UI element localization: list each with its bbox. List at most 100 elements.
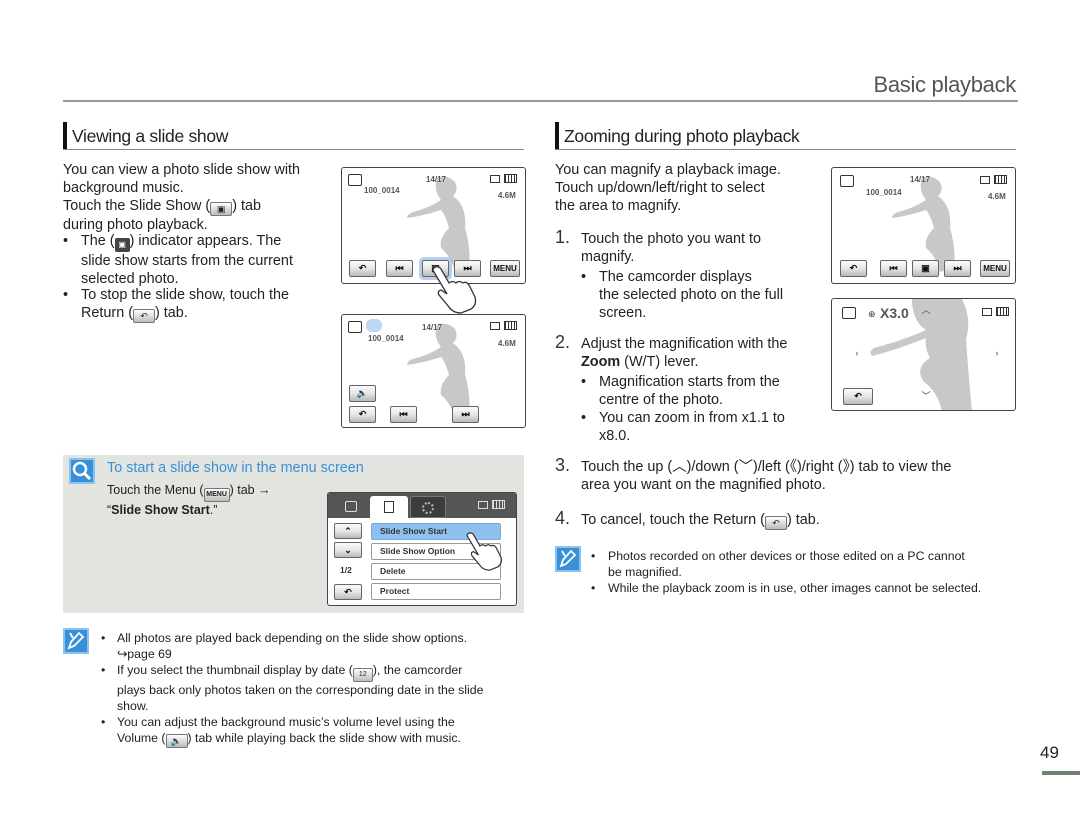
slide-show-indicator-icon xyxy=(366,319,382,332)
return-button[interactable]: ↶ xyxy=(843,388,873,405)
photo-counter: 14/17 xyxy=(910,175,931,184)
resolution: 4.6M xyxy=(988,192,1006,201)
camcorder-screen-zoomed: ⊕ X3.0 ︿ ﹀ ‹ › ↶ xyxy=(831,298,1016,411)
battery-icon xyxy=(492,500,505,509)
tab-playback[interactable] xyxy=(334,496,368,518)
down-arrow-icon: ﹀ xyxy=(738,459,753,475)
photo-counter: 14/17 xyxy=(422,323,443,332)
note-item: • Photos recorded on other devices or tho… xyxy=(591,549,965,579)
section-heading-zoom: Zooming during photo playback xyxy=(555,122,1016,150)
volume-icon: 🔈 xyxy=(165,734,188,748)
storage-icon xyxy=(982,308,992,316)
prev-button[interactable]: ⏮ xyxy=(390,406,417,423)
storage-icon xyxy=(490,322,500,330)
next-button[interactable]: ⏭ xyxy=(452,406,479,423)
right-notes: • Photos recorded on other devices or tho… xyxy=(591,548,1016,596)
right-arrow-icon: 》 xyxy=(842,459,850,475)
battery-icon xyxy=(504,174,517,183)
page-reference-link[interactable]: ↪page 69 xyxy=(117,647,172,661)
camcorder-screen-slideshow: 100_0014 14/17 4.6M 🔈 ↶ ⏮ ⏭ xyxy=(341,314,526,428)
menu-tabs xyxy=(328,493,516,518)
step-1: 1. Touch the photo you want to magnify. •… xyxy=(555,227,784,321)
return-button[interactable]: ↶ xyxy=(334,584,362,600)
next-button[interactable]: ⏭ xyxy=(944,260,971,277)
photo-mode-icon xyxy=(348,174,362,186)
page-number: 49 xyxy=(1040,743,1059,762)
tip-text: Touch the Menu (MENU) tab → “Slide Show … xyxy=(107,483,271,517)
battery-icon xyxy=(504,321,517,330)
storage-icon xyxy=(980,176,990,184)
menu-list-icon xyxy=(384,501,394,513)
pan-up-button[interactable]: ︿ xyxy=(918,303,934,317)
note-icon xyxy=(63,628,89,654)
photo-mode-icon xyxy=(842,307,856,319)
left-intro: You can view a photo slide show with bac… xyxy=(63,161,333,234)
menu-icon: MENU xyxy=(203,488,230,502)
scroll-up-button[interactable]: ⌃ xyxy=(334,523,362,539)
tab-settings[interactable] xyxy=(410,496,446,518)
bullet-stop: • To stop the slide show, touch the Retur… xyxy=(63,287,289,323)
menu-screen: ⌃ ⌄ 1/2 ↶ Slide Show Start Slide Show Op… xyxy=(327,492,517,606)
magnifier-icon: ⊕ xyxy=(868,309,876,319)
touch-hand-icon xyxy=(466,532,502,571)
battery-icon xyxy=(996,307,1009,316)
intro-line: background music. xyxy=(63,180,184,196)
step-4: 4. To cancel, touch the Return (↶) tab. xyxy=(555,508,820,530)
file-number: 100_0014 xyxy=(866,188,902,197)
battery-icon xyxy=(994,175,1007,184)
playback-tab-icon xyxy=(345,501,357,512)
menu-item-protect[interactable]: Protect xyxy=(371,583,501,600)
return-button[interactable]: ↶ xyxy=(349,260,376,277)
step-3: 3. Touch the up (︿)/down (﹀)/left (《)/ri… xyxy=(555,455,952,493)
return-icon: ↶ xyxy=(764,516,787,530)
pan-left-button[interactable]: ‹ xyxy=(850,346,864,360)
heading-bar xyxy=(555,122,559,149)
storage-icon xyxy=(478,501,488,509)
pan-down-button[interactable]: ﹀ xyxy=(918,389,934,403)
left-notes: • All photos are played back depending on… xyxy=(101,630,521,748)
menu-button[interactable]: MENU xyxy=(980,260,1010,277)
slide-show-button[interactable]: ▣ xyxy=(912,260,939,277)
prev-button[interactable]: ⏮ xyxy=(386,260,413,277)
note-item: • If you select the thumbnail display by … xyxy=(101,663,484,713)
return-icon: ↶ xyxy=(132,309,155,323)
prev-button[interactable]: ⏮ xyxy=(880,260,907,277)
step-2: 2. Adjust the magnification with the Zoom… xyxy=(555,332,788,444)
date-thumbnail-icon: 12 xyxy=(352,668,373,682)
page-indicator: 1/2 xyxy=(340,565,352,575)
chapter-title: Basic playback xyxy=(873,72,1016,97)
tab-menu[interactable] xyxy=(370,496,408,518)
photo-mode-icon xyxy=(840,175,854,187)
tip-title: To start a slide show in the menu screen xyxy=(107,460,364,476)
pan-right-button[interactable]: › xyxy=(990,346,1004,360)
note-item: • All photos are played back depending on… xyxy=(101,631,468,661)
magnifier-tip-icon xyxy=(69,458,95,484)
tip-box: To start a slide show in the menu screen… xyxy=(63,455,524,613)
intro-line: Touch the Slide Show (▣) tab xyxy=(63,198,261,216)
page-number-bar xyxy=(1042,771,1080,775)
storage-icon xyxy=(490,175,500,183)
return-button[interactable]: ↶ xyxy=(840,260,867,277)
page-header: Basic playback xyxy=(63,70,1018,102)
heading-text: Viewing a slide show xyxy=(72,126,229,146)
section-heading-slide-show: Viewing a slide show xyxy=(63,122,524,150)
file-number: 100_0014 xyxy=(368,334,404,343)
note-item: • While the playback zoom is in use, othe… xyxy=(591,581,982,595)
heading-text: Zooming during photo playback xyxy=(564,126,800,146)
note-item: • You can adjust the background music’s v… xyxy=(101,715,461,748)
up-arrow-icon: ︿ xyxy=(672,459,687,475)
slide-show-icon: ▣ xyxy=(210,202,233,216)
bullet-indicator: • The (▣) indicator appears. The slide sh… xyxy=(63,233,293,287)
heading-bar xyxy=(63,122,67,149)
resolution: 4.6M xyxy=(498,339,516,348)
return-button[interactable]: ↶ xyxy=(349,406,376,423)
gear-icon xyxy=(422,502,434,514)
resolution: 4.6M xyxy=(498,191,516,200)
scroll-down-button[interactable]: ⌄ xyxy=(334,542,362,558)
menu-button[interactable]: MENU xyxy=(490,260,520,277)
zoom-level: X3.0 xyxy=(880,305,909,321)
volume-button[interactable]: 🔈 xyxy=(349,385,376,402)
right-intro: You can magnify a playback image. Touch … xyxy=(555,162,781,214)
intro-line: You can view a photo slide show with xyxy=(63,162,301,178)
photo-mode-icon xyxy=(348,321,362,333)
